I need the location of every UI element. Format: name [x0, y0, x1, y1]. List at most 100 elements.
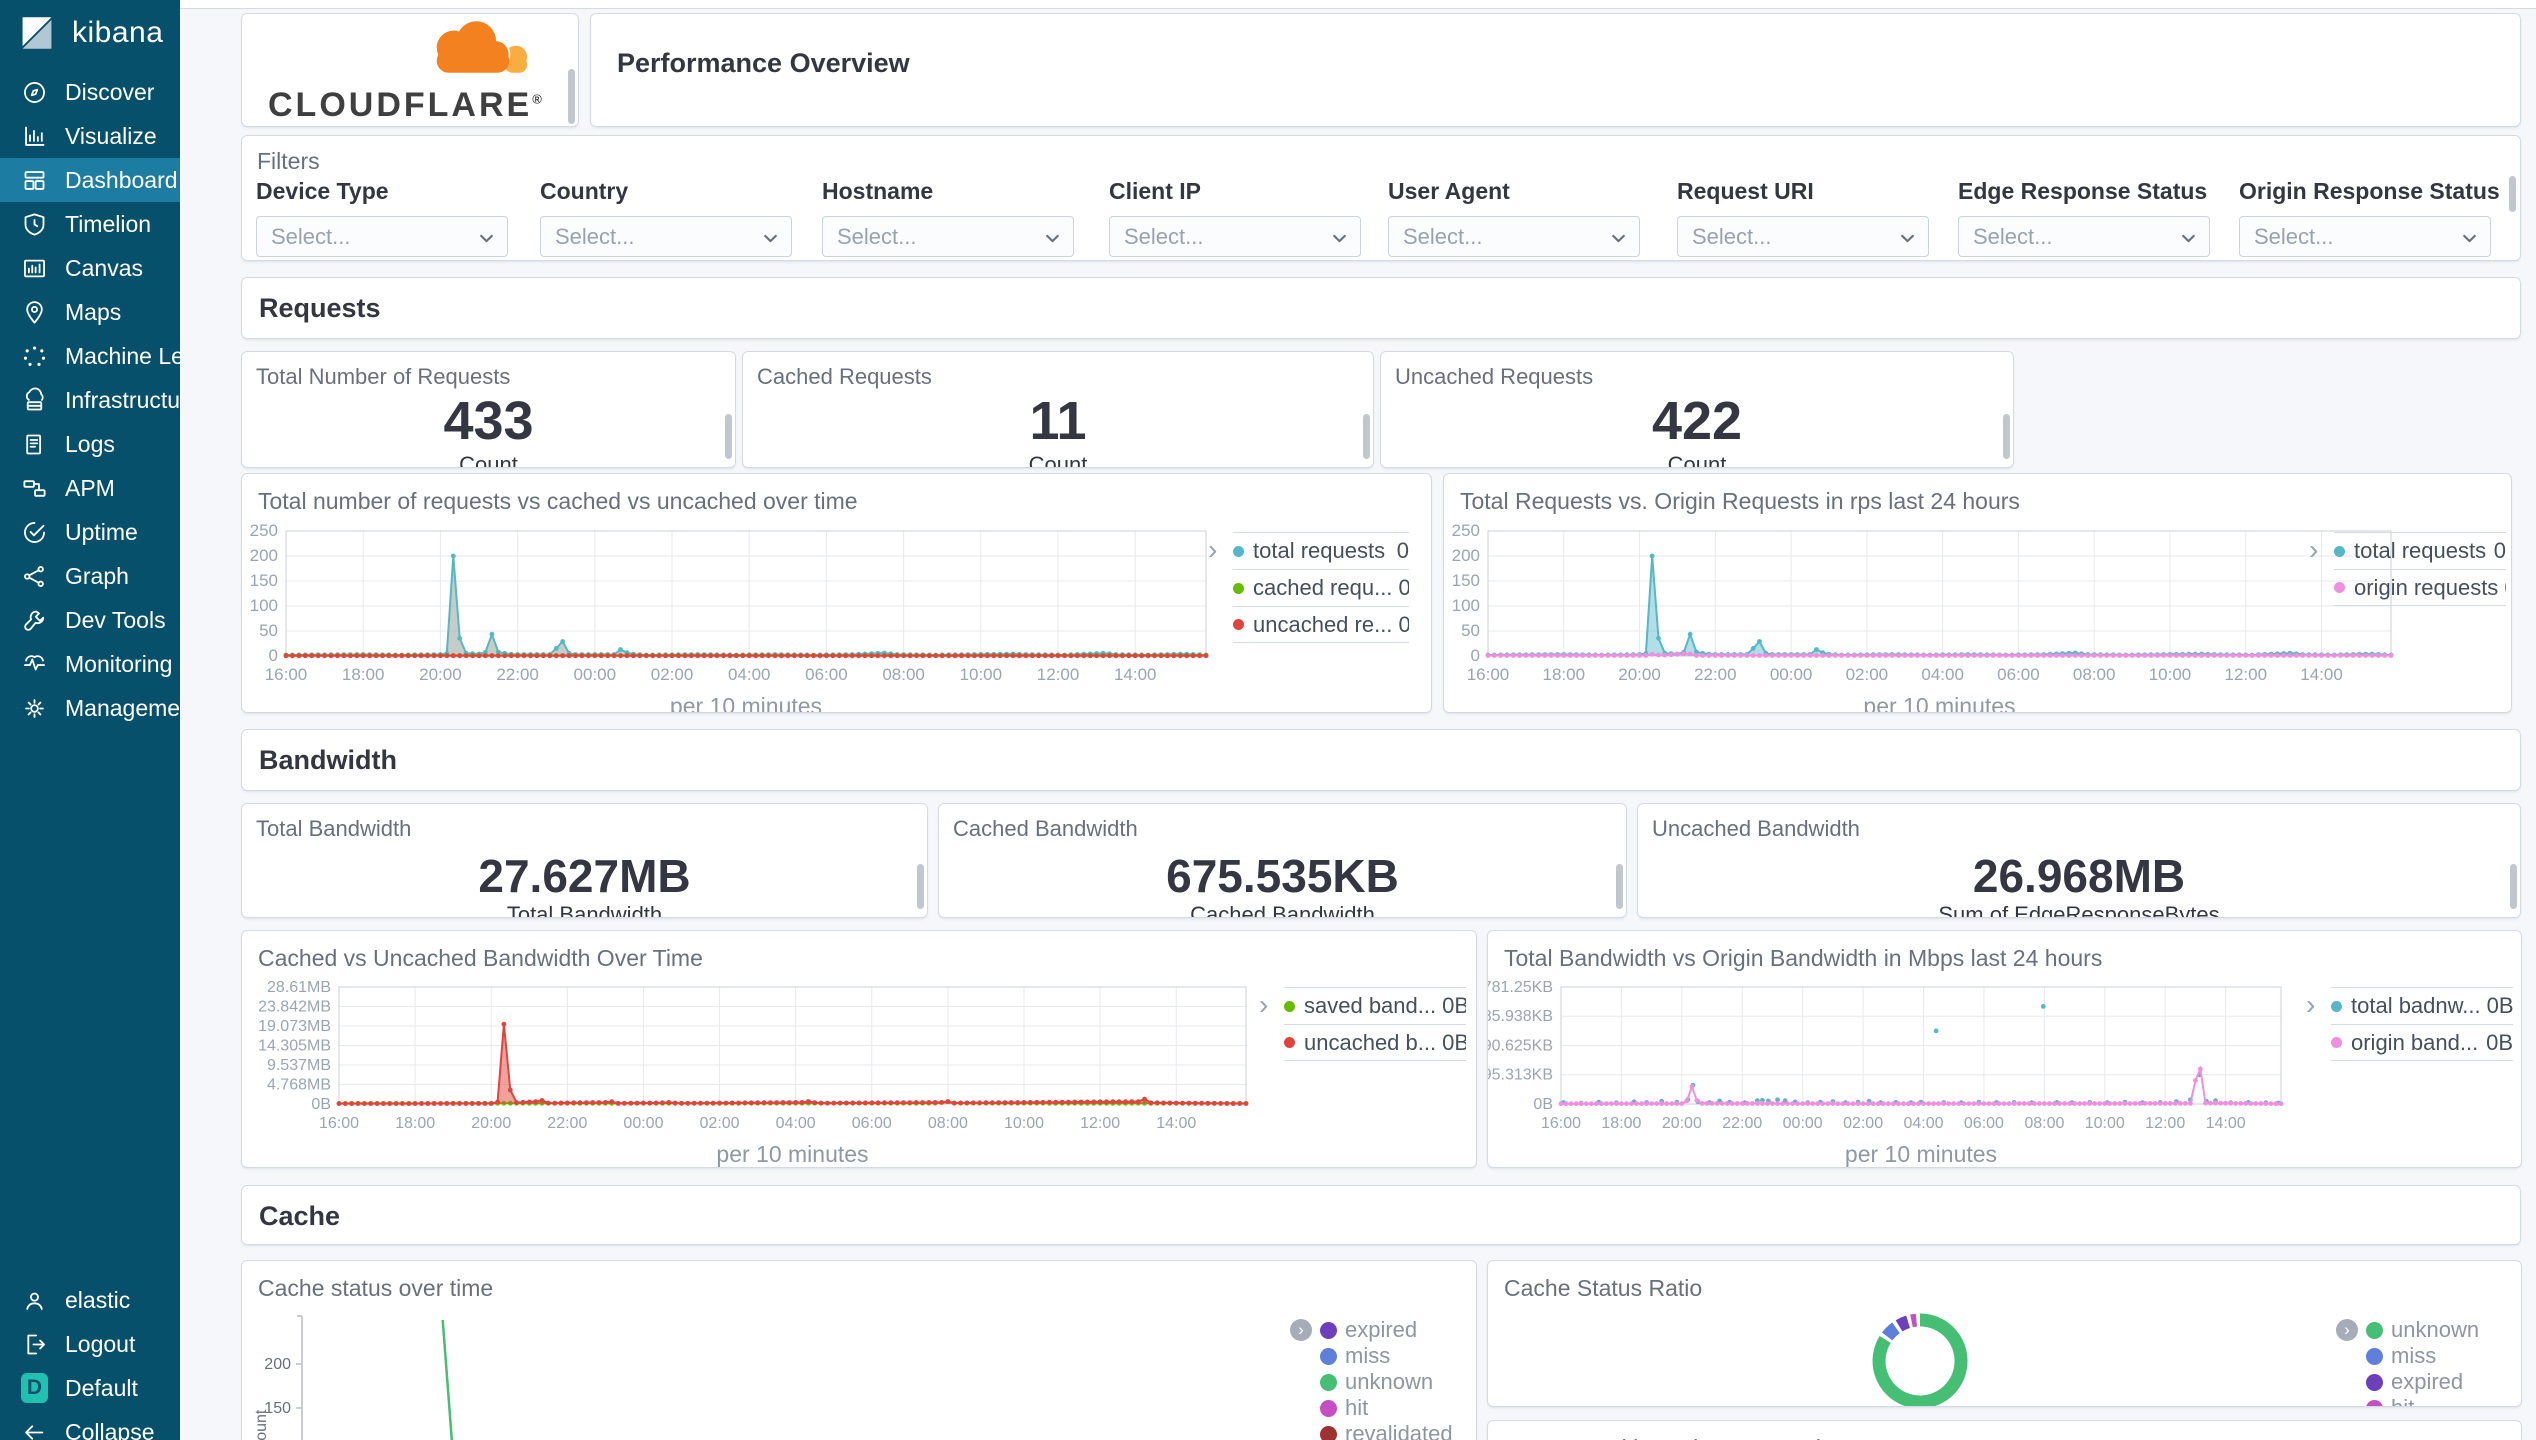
legend-entry[interactable]: unknown	[1320, 1369, 1472, 1395]
panel-scrollbar[interactable]	[1616, 864, 1623, 909]
legend-entry[interactable]: origin band... 0B	[2331, 1024, 2513, 1061]
panel-scrollbar[interactable]	[725, 414, 732, 459]
sidebar-item-discover[interactable]: Discover	[0, 70, 180, 114]
legend-collapse-chevron[interactable]: ›	[2336, 1319, 2358, 1341]
sidebar-item-canvas[interactable]: Canvas	[0, 246, 180, 290]
filter-select[interactable]: Select...	[1677, 216, 1929, 257]
legend-label: miss	[1345, 1343, 1391, 1368]
legend-entry[interactable]: total requests 0	[1233, 532, 1409, 569]
filter-select[interactable]: Select...	[1958, 216, 2210, 257]
select-placeholder: Select...	[1403, 223, 1483, 249]
sidebar-item-monitoring[interactable]: Monitoring	[0, 642, 180, 686]
filter-select[interactable]: Select...	[540, 216, 792, 257]
svg-text:per 10 minutes: per 10 minutes	[1863, 693, 2015, 713]
sidebar-item-infrastructure[interactable]: Infrastructure	[0, 378, 180, 422]
sidebar-item-dev-tools[interactable]: Dev Tools	[0, 598, 180, 642]
filter-select[interactable]: Select...	[256, 216, 508, 257]
svg-text:06:00: 06:00	[1997, 665, 2040, 684]
chart-total-vs-origin-requests: Total Requests vs. Origin Requests in rp…	[1443, 473, 2512, 713]
sidebar-item-apm[interactable]: APM	[0, 466, 180, 510]
metric-value: 11	[1029, 391, 1087, 451]
legend-entry[interactable]: miss	[1320, 1343, 1472, 1369]
svg-text:16:00: 16:00	[319, 1115, 359, 1132]
monitoring-icon	[21, 651, 48, 678]
panel-scrollbar[interactable]	[917, 864, 924, 909]
sidebar-item-uptime[interactable]: Uptime	[0, 510, 180, 554]
legend-entry[interactable]: hit	[2366, 1395, 2516, 1406]
legend-color-dot	[1284, 1000, 1295, 1012]
legend-collapse-chevron[interactable]: ›	[2309, 536, 2318, 564]
filters-title: Filters	[257, 148, 320, 174]
filter-label: Origin Response Status	[2239, 178, 2500, 204]
legend-entry[interactable]: uncached re...0	[1233, 606, 1409, 643]
svg-text:00:00: 00:00	[1783, 1115, 1823, 1132]
filter-field-edge-response-status: Edge Response Status Select...	[1958, 178, 2210, 257]
sidebar-item-elastic[interactable]: elastic	[0, 1278, 180, 1322]
legend-entry[interactable]: revalidated	[1320, 1421, 1472, 1440]
chart-plot[interactable]: 200150Count	[242, 1261, 1477, 1440]
sidebar-item-machine-le[interactable]: Machine Le...	[0, 334, 180, 378]
sidebar-item-default[interactable]: D Default	[0, 1366, 180, 1410]
chevron-down-icon	[2182, 234, 2195, 243]
panel-scrollbar[interactable]	[568, 69, 575, 124]
filter-select[interactable]: Select...	[2239, 216, 2491, 257]
sidebar-item-collapse[interactable]: Collapse	[0, 1410, 180, 1440]
legend-value: 0	[1392, 575, 1409, 601]
filter-label: User Agent	[1388, 178, 1510, 204]
legend-entry[interactable]: cached requ...0	[1233, 569, 1409, 606]
svg-text:00:00: 00:00	[574, 665, 617, 684]
filter-select[interactable]: Select...	[1388, 216, 1640, 257]
sidebar-item-management[interactable]: Management	[0, 686, 180, 730]
legend-color-dot	[1233, 545, 1244, 557]
panel-scrollbar[interactable]	[2509, 176, 2516, 212]
panel-scrollbar[interactable]	[2510, 864, 2517, 909]
sidebar-item-logs[interactable]: Logs	[0, 422, 180, 466]
legend-entry[interactable]: total badnw... 0B	[2331, 987, 2513, 1024]
metric-label: Total Number of Requests	[256, 364, 511, 389]
legend-collapse-chevron[interactable]: ›	[1259, 991, 1268, 1019]
legend-collapse-chevron[interactable]: ›	[2306, 991, 2315, 1019]
panel-scrollbar[interactable]	[1363, 414, 1370, 459]
bandwidth-section-panel: Bandwidth	[241, 729, 2521, 791]
chart-legend: total requests0cached requ...0uncached r…	[1233, 532, 1409, 643]
top-uris-panel: Top URIs with Cache Status Miss	[1487, 1420, 2522, 1440]
sidebar-item-maps[interactable]: Maps	[0, 290, 180, 334]
chart-cache-status-ratio: Cache Status Ratio unknownmissexpiredhit…	[1487, 1260, 2522, 1407]
legend-label: uncached b...	[1304, 1029, 1437, 1055]
legend-collapse-chevron[interactable]: ›	[1290, 1319, 1312, 1341]
legend-entry[interactable]: unknown	[2366, 1317, 2516, 1343]
sidebar-item-label: Uptime	[65, 518, 138, 545]
legend-entry[interactable]: miss	[2366, 1343, 2516, 1369]
kibana-logo[interactable]: kibana	[0, 0, 180, 66]
metric-cached-requests: Cached Requests 11 Count	[742, 351, 1374, 468]
sidebar-item-graph[interactable]: Graph	[0, 554, 180, 598]
filter-select[interactable]: Select...	[1109, 216, 1361, 257]
legend-entry[interactable]: origin requests0	[2334, 569, 2506, 606]
legend-collapse-chevron[interactable]: ›	[1208, 536, 1217, 564]
legend-entry[interactable]: total requests 0	[2334, 532, 2506, 569]
sidebar-item-dashboard[interactable]: Dashboard	[0, 158, 180, 202]
legend-entry[interactable]: uncached b...0B	[1284, 1024, 1466, 1061]
sidebar-item-logout[interactable]: Logout	[0, 1322, 180, 1366]
legend-entry[interactable]: expired	[2366, 1369, 2516, 1395]
metric-total-requests: Total Number of Requests 433 Count	[241, 351, 736, 468]
chevron-down-icon	[480, 234, 493, 243]
legend-entry[interactable]: saved band...0B	[1284, 987, 1466, 1024]
sidebar-item-label: Collapse	[65, 1418, 155, 1440]
legend-entry[interactable]: expired	[1320, 1317, 1472, 1343]
svg-text:14:00: 14:00	[2206, 1115, 2246, 1132]
legend-label: hit	[2391, 1395, 2414, 1406]
panel-scrollbar[interactable]	[2003, 414, 2010, 459]
filter-select[interactable]: Select...	[822, 216, 1074, 257]
legend-label: origin band...	[2351, 1029, 2479, 1055]
chart-total-vs-origin-bandwidth: Total Bandwidth vs Origin Bandwidth in M…	[1487, 930, 2522, 1168]
svg-text:06:00: 06:00	[852, 1115, 892, 1132]
sidebar-item-timelion[interactable]: Timelion	[0, 202, 180, 246]
svg-text:10:00: 10:00	[2149, 665, 2192, 684]
legend-entry[interactable]: hit	[1320, 1395, 1472, 1421]
metric-label: Cached Requests	[757, 364, 932, 389]
filter-field-hostname: Hostname Select...	[822, 178, 1074, 257]
sidebar-item-label: Maps	[65, 298, 122, 325]
svg-text:08:00: 08:00	[928, 1115, 968, 1132]
sidebar-item-visualize[interactable]: Visualize	[0, 114, 180, 158]
